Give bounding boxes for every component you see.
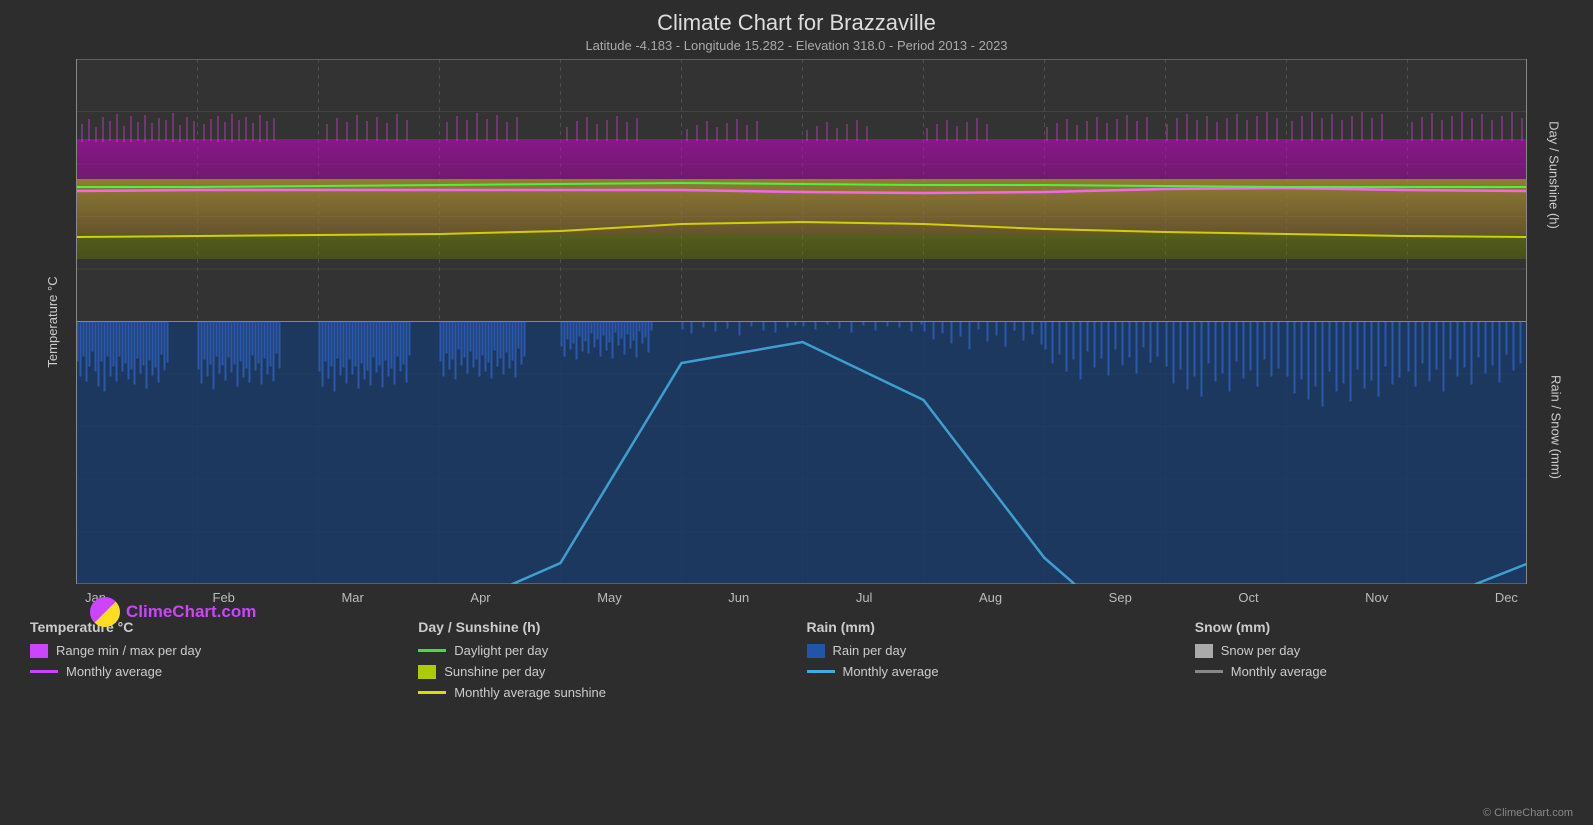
sunshine-avg-label: Monthly average sunshine: [454, 685, 606, 700]
sunshine-swatch: [418, 665, 436, 679]
chart-svg: 50 40 30 20 10 0 -10 -20 -30 -40 -50 24 …: [75, 59, 1528, 584]
snow-avg-line: [1195, 670, 1223, 673]
rain-avg-label: Monthly average: [843, 664, 939, 679]
copyright: © ClimeChart.com: [1483, 807, 1573, 819]
temp-avg-line: [30, 670, 58, 673]
month-may: May: [597, 590, 622, 605]
legend-item-daylight: Daylight per day: [418, 643, 786, 658]
right-axis-label-1: Day / Sunshine (h): [1547, 121, 1562, 229]
logo-icon-bottom: [90, 597, 120, 627]
left-axis-label: Temperature °C: [45, 276, 60, 367]
watermark-bottom-text: ClimeChart.com: [126, 602, 256, 622]
month-apr: Apr: [470, 590, 490, 605]
temp-range-swatch: [30, 644, 48, 658]
legend-title-snow: Snow (mm): [1195, 619, 1563, 635]
legend-col-rain: Rain (mm) Rain per day Monthly average: [797, 619, 1185, 706]
daylight-label: Daylight per day: [454, 643, 548, 658]
month-oct: Oct: [1238, 590, 1258, 605]
chart-main: Temperature °C Day / Sunshine (h) Rain /…: [75, 59, 1528, 584]
month-sep: Sep: [1109, 590, 1132, 605]
snow-swatch-label: Snow per day: [1221, 643, 1301, 658]
chart-container: Climate Chart for Brazzaville Latitude -…: [0, 0, 1593, 825]
legend-title-rain: Rain (mm): [807, 619, 1175, 635]
legend-item-sunshine-avg: Monthly average sunshine: [418, 685, 786, 700]
watermark-bottom: ClimeChart.com: [90, 597, 256, 627]
legend-col-sunshine: Day / Sunshine (h) Daylight per day Suns…: [408, 619, 796, 706]
month-mar: Mar: [341, 590, 363, 605]
legend-area: Temperature °C Range min / max per day M…: [20, 619, 1573, 706]
legend-item-snow-swatch: Snow per day: [1195, 643, 1563, 658]
legend-item-temp-range: Range min / max per day: [30, 643, 398, 658]
legend-item-rain-avg: Monthly average: [807, 664, 1175, 679]
temp-avg-label: Monthly average: [66, 664, 162, 679]
chart-title: Climate Chart for Brazzaville: [0, 10, 1593, 36]
month-jun: Jun: [728, 590, 749, 605]
legend-title-sunshine: Day / Sunshine (h): [418, 619, 786, 635]
x-axis-labels: Jan Feb Mar Apr May Jun Jul Aug Sep Oct …: [80, 590, 1523, 605]
month-jul: Jul: [856, 590, 873, 605]
month-nov: Nov: [1365, 590, 1388, 605]
daylight-line: [418, 649, 446, 652]
legend-item-temp-avg: Monthly average: [30, 664, 398, 679]
legend-col-temperature: Temperature °C Range min / max per day M…: [20, 619, 408, 706]
rain-swatch-label: Rain per day: [833, 643, 907, 658]
month-dec: Dec: [1495, 590, 1518, 605]
legend-item-sunshine-swatch: Sunshine per day: [418, 664, 786, 679]
snow-swatch: [1195, 644, 1213, 658]
chart-subtitle: Latitude -4.183 - Longitude 15.282 - Ele…: [0, 38, 1593, 53]
legend-col-snow: Snow (mm) Snow per day Monthly average: [1185, 619, 1573, 706]
right-axis-label-2: Rain / Snow (mm): [1548, 374, 1563, 478]
temp-range-label: Range min / max per day: [56, 643, 201, 658]
rain-avg-line: [807, 670, 835, 673]
sunshine-avg-line: [418, 691, 446, 694]
sunshine-swatch-label: Sunshine per day: [444, 664, 545, 679]
rain-swatch: [807, 644, 825, 658]
snow-avg-label: Monthly average: [1231, 664, 1327, 679]
legend-item-rain-swatch: Rain per day: [807, 643, 1175, 658]
month-aug: Aug: [979, 590, 1002, 605]
legend-item-snow-avg: Monthly average: [1195, 664, 1563, 679]
